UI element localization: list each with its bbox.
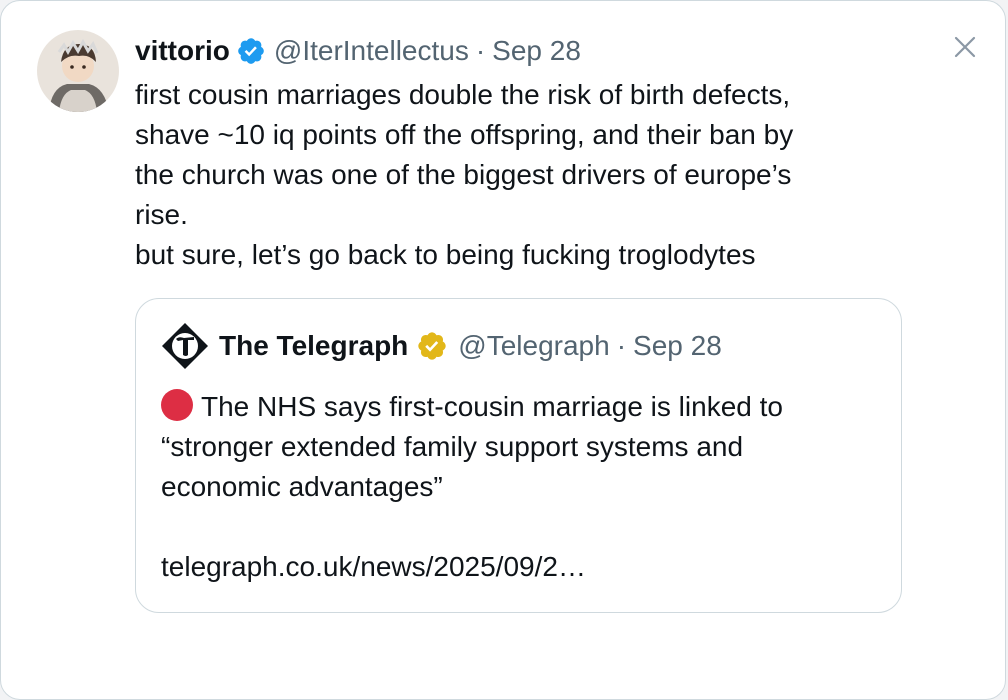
tweet-card: vittorio @IterIntellectus · Sep 28 first… (0, 0, 1006, 700)
tweet-text-line: the church was one of the biggest driver… (135, 159, 792, 190)
close-button[interactable] (947, 29, 983, 65)
quoted-display-name[interactable]: The Telegraph (219, 330, 408, 362)
quoted-tweet[interactable]: The Telegraph @Telegraph · Sep 28 The NH… (135, 298, 902, 613)
verified-badge-icon (236, 36, 266, 66)
close-icon (954, 36, 976, 58)
quoted-tweet-header: The Telegraph @Telegraph · Sep 28 (161, 322, 722, 370)
quoted-text-line: The NHS says first-cousin marriage is li… (161, 387, 881, 427)
telegraph-logo-icon[interactable] (161, 322, 209, 370)
gold-verified-badge-icon (416, 330, 448, 362)
tweet-date[interactable]: Sep 28 (492, 35, 581, 67)
tweet-header: vittorio @IterIntellectus · Sep 28 (135, 31, 581, 71)
author-display-name[interactable]: vittorio (135, 35, 230, 67)
avatar[interactable] (37, 30, 119, 112)
quoted-date[interactable]: Sep 28 (633, 330, 722, 362)
quoted-text-line: economic advantages” (161, 471, 443, 502)
quoted-link[interactable]: telegraph.co.uk/news/2025/09/2… (161, 547, 881, 587)
tweet-text-line: but sure, let’s go back to being fucking… (135, 239, 756, 270)
author-handle[interactable]: @IterIntellectus (274, 35, 469, 67)
quoted-header-separator: · (616, 330, 627, 361)
avatar-image (37, 30, 119, 112)
quoted-text-line: “stronger extended family support system… (161, 431, 744, 462)
quoted-tweet-text: The NHS says first-cousin marriage is li… (161, 387, 881, 587)
quoted-text-line-content: The NHS says first-cousin marriage is li… (201, 391, 783, 422)
tweet-text-line: shave ~10 iq points off the offspring, a… (135, 119, 794, 150)
header-separator: · (475, 35, 486, 66)
tweet-text-line: first cousin marriages double the risk o… (135, 79, 791, 110)
tweet-text: first cousin marriages double the risk o… (135, 75, 935, 275)
quoted-handle[interactable]: @Telegraph (458, 330, 609, 362)
tweet-text-line: rise. (135, 199, 188, 230)
red-circle-icon (161, 389, 193, 421)
